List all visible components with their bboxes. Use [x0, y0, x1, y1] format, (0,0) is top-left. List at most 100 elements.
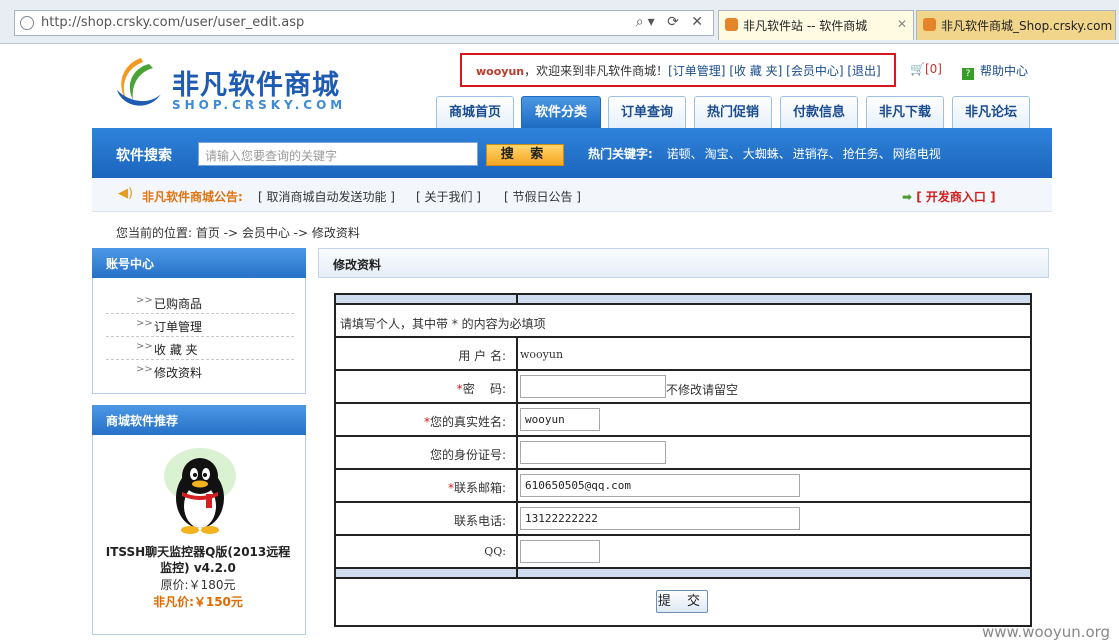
tab-label: 非凡软件站 -- 软件商城 [743, 19, 868, 33]
nav-promotions[interactable]: 热门促销 [694, 96, 772, 128]
address-url: http://shop.crsky.com/user/user_edit.asp [41, 15, 305, 30]
recommend-header: 商城软件推荐 [92, 405, 306, 435]
phone-field[interactable]: 13122222222 [520, 507, 800, 530]
submit-button[interactable]: 提 交 [656, 590, 708, 613]
product-sale-price: 非凡价:￥150元 [153, 595, 243, 609]
nav-categories[interactable]: 软件分类 [521, 96, 601, 128]
double-arrow-icon: >> [136, 341, 153, 352]
link-member-center[interactable]: [会员中心] [786, 64, 843, 78]
password-note: 不修改请留空 [666, 383, 739, 397]
cart-count: [0] [924, 62, 942, 76]
form-row-idcard: 您的身份证号: [336, 437, 1030, 470]
form-header-row [336, 295, 1030, 305]
username-value: wooyun [520, 348, 564, 361]
product-original-price: 原价:￥180元 [160, 578, 236, 592]
link-orders[interactable]: [订单管理] [668, 64, 725, 78]
nav-payment-info[interactable]: 付款信息 [780, 96, 858, 128]
developer-entry-link[interactable]: ➡ [ 开发商入口 ] [902, 188, 996, 205]
realname-field[interactable]: wooyun [520, 408, 600, 431]
hot-keyword[interactable]: 大蜘蛛 [743, 147, 779, 161]
form-footer-bar [336, 569, 1030, 579]
help-label: 帮助中心 [980, 64, 1029, 78]
email-field[interactable]: 610650505@qq.com [520, 474, 800, 497]
double-arrow-icon: >> [136, 318, 153, 329]
sidebar-item-favorites[interactable]: >> 收 藏 夹 [106, 337, 294, 360]
penguin-product-image[interactable] [160, 446, 240, 536]
double-arrow-icon: >> [136, 295, 153, 306]
password-field[interactable] [520, 375, 666, 398]
hot-keyword[interactable]: 进销存 [793, 147, 829, 161]
nav-home[interactable]: 商城首页 [436, 96, 514, 128]
edit-profile-form: 请填写个人，其中带 * 的内容为必填项 用 户 名: wooyun *密 码: … [334, 293, 1032, 627]
help-icon: ? [962, 68, 974, 80]
page-title: 修改资料 [318, 248, 1049, 278]
form-hint-row: 请填写个人，其中带 * 的内容为必填项 [336, 305, 1030, 338]
sidebar-item-edit-profile[interactable]: >> 修改资料 [106, 360, 294, 383]
close-tab-icon[interactable]: ✕ [897, 17, 907, 31]
address-tools-icons[interactable]: ⌕▾ ⟳ ✕ [636, 14, 707, 30]
welcome-text: ，欢迎来到非凡软件商城！ [524, 64, 669, 78]
logo-text[interactable]: 非凡软件商城 [172, 63, 340, 102]
search-input[interactable]: 请输入您要查询的关键字 [198, 142, 478, 166]
link-logout[interactable]: [退出] [847, 64, 880, 78]
notice-item[interactable]: [ 关于我们 ] [416, 188, 481, 205]
page-icon [20, 16, 34, 30]
address-bar[interactable]: http://shop.crsky.com/user/user_edit.asp… [14, 10, 714, 36]
welcome-bar: wooyun，欢迎来到非凡软件商城！[订单管理] [收 藏 夹] [会员中心] … [476, 62, 881, 79]
tab-label: 非凡软件商城_Shop.crsky.com [941, 19, 1113, 33]
nav-forum[interactable]: 非凡论坛 [952, 96, 1030, 128]
link-favorites[interactable]: [收 藏 夹] [729, 64, 782, 78]
product-name[interactable]: ITSSH聊天监控器Q版(2013远程监控) v4.2.0 [100, 544, 296, 576]
form-row-realname: *您的真实姓名: wooyun [336, 404, 1030, 437]
hot-keyword[interactable]: 淘宝 [705, 147, 729, 161]
logo-icon[interactable] [113, 54, 165, 110]
help-link[interactable]: ? 帮助中心 [962, 62, 1028, 80]
hot-keywords: 热门关键字: 诺顿、 淘宝、 大蜘蛛、 进销存、 抢任务、 网络电视 [588, 147, 941, 161]
sidebar-item-label: 订单管理 [154, 320, 203, 334]
username-label: 用 户 名: [458, 349, 506, 363]
browser-tab-crsky[interactable]: 非凡软件站 -- 软件商城 ✕ [718, 10, 914, 40]
email-label: 联系邮箱: [453, 481, 506, 495]
nav-downloads[interactable]: 非凡下载 [866, 96, 944, 128]
speaker-icon: ◀) [118, 186, 134, 201]
notice-title: 非凡软件商城公告: [142, 190, 243, 204]
hot-keyword[interactable]: 抢任务 [843, 147, 879, 161]
sidebar-item-label: 已购商品 [154, 297, 203, 311]
qq-label: QQ: [484, 545, 506, 558]
favicon-icon [923, 18, 936, 31]
form-row-phone: 联系电话: 13122222222 [336, 503, 1030, 536]
favicon-icon [725, 18, 738, 31]
watermark: www.wooyun.org [982, 623, 1111, 641]
sidebar-item-purchased[interactable]: >> 已购商品 [106, 291, 294, 314]
idcard-field[interactable] [520, 441, 666, 464]
notice-item[interactable]: [ 节假日公告 ] [504, 188, 581, 205]
form-hint: 请填写个人，其中带 * 的内容为必填项 [340, 317, 546, 331]
sidebar-item-label: 修改资料 [154, 366, 203, 380]
notice-item[interactable]: [ 取消商城自动发送功能 ] [258, 188, 395, 205]
search-label: 软件搜索 [116, 148, 172, 164]
search-button[interactable]: 搜 索 [486, 144, 564, 166]
hot-keyword[interactable]: 诺顿 [667, 147, 691, 161]
phone-label: 联系电话: [453, 514, 506, 528]
developer-entry-label: [ 开发商入口 ] [916, 190, 996, 204]
double-arrow-icon: >> [136, 364, 153, 375]
logo-subtext: SHOP.CRSKY.COM [172, 98, 347, 112]
form-row-password: *密 码: 不修改请留空 [336, 371, 1030, 404]
hot-keywords-label: 热门关键字: [588, 147, 653, 161]
arrow-icon: ➡ [902, 190, 917, 204]
browser-tab-shop[interactable]: 非凡软件商城_Shop.crsky.com [916, 10, 1116, 40]
sidebar-item-orders[interactable]: >> 订单管理 [106, 314, 294, 337]
form-row-username: 用 户 名: wooyun [336, 338, 1030, 371]
realname-label: 您的真实姓名: [429, 415, 506, 429]
cart-link[interactable]: 🛒[0] [910, 62, 942, 76]
qq-field[interactable] [520, 540, 600, 563]
sidebar-item-label: 收 藏 夹 [154, 343, 198, 357]
nav-order-query[interactable]: 订单查询 [608, 96, 686, 128]
form-row-email: *联系邮箱: 610650505@qq.com [336, 470, 1030, 503]
account-center-header: 账号中心 [92, 248, 306, 278]
cart-icon: 🛒 [910, 62, 925, 76]
username-link[interactable]: wooyun [476, 65, 524, 78]
hot-keyword[interactable]: 网络电视 [893, 147, 941, 161]
form-row-qq: QQ: [336, 536, 1030, 569]
breadcrumb: 您当前的位置: 首页 -> 会员中心 -> 修改资料 [116, 226, 360, 240]
